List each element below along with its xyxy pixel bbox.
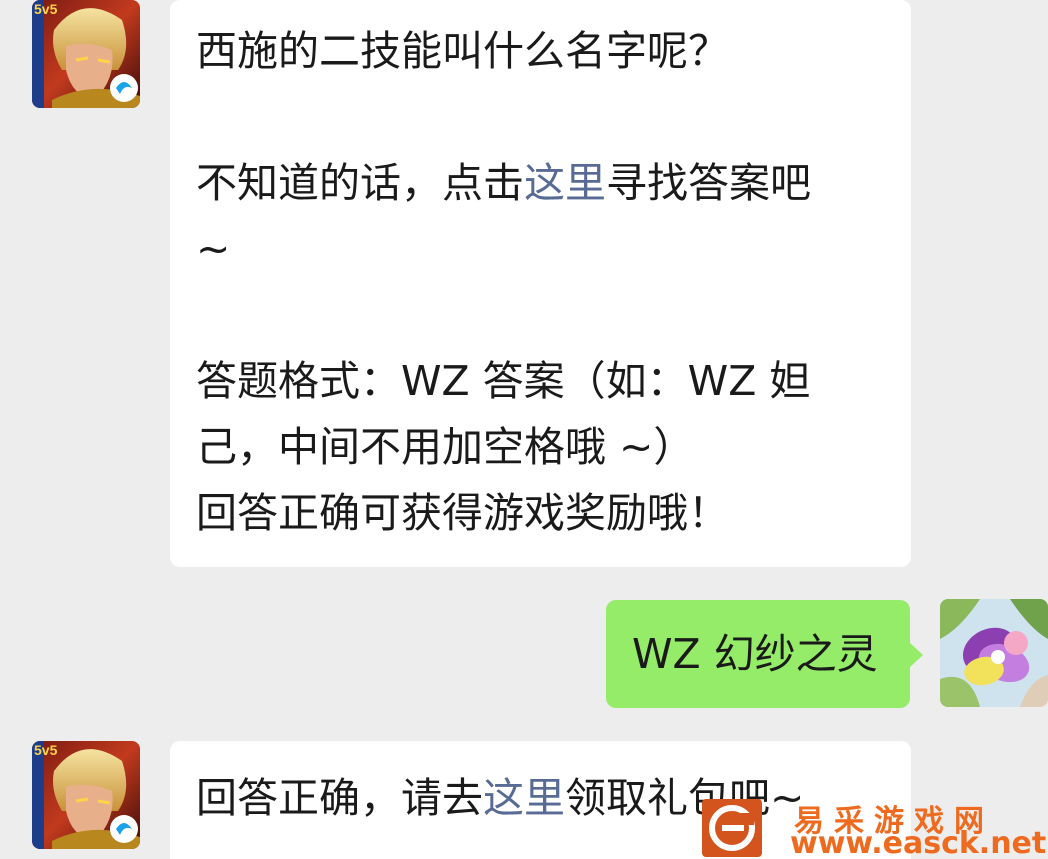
message-text: ~ (196, 225, 231, 273)
svg-text:5v5: 5v5 (34, 742, 58, 758)
bot-avatar[interactable]: 5v5 (32, 741, 140, 849)
message-text-segment: 回答正确，请去 (196, 774, 483, 822)
user-avatar[interactable] (940, 599, 1048, 707)
hero-avatar-icon: 5v5 (32, 741, 140, 849)
incoming-message-bubble[interactable]: 西施的二技能叫什么名字呢？ 不知道的话，点击这里寻找答案吧 ~ 答题格式：WZ … (170, 0, 911, 567)
message-text: 西施的二技能叫什么名字呢？ (196, 27, 729, 75)
outgoing-message-bubble[interactable]: WZ 幻纱之灵 (606, 600, 923, 708)
gift-link[interactable]: 这里 (483, 774, 565, 822)
svg-text:5v5: 5v5 (34, 1, 58, 17)
flower-avatar-icon (940, 599, 1048, 707)
answer-link[interactable]: 这里 (524, 159, 606, 207)
hero-avatar-icon: 5v5 (32, 0, 140, 108)
message-text-segment: 寻找答案吧 (606, 159, 811, 207)
message-text-segment: 不知道的话，点击 (196, 159, 524, 207)
message-text: 不知道的话，点击这里寻找答案吧 (196, 150, 885, 216)
bot-avatar[interactable]: 5v5 (32, 0, 140, 108)
message-text: 己，中间不用加空格哦 ~） (196, 423, 695, 471)
chat-view: 5v5 西施的二技能叫什么名字呢？ 不知道的话，点击这里寻找答案吧 ~ 答题格式… (0, 0, 1048, 859)
easck-logo-icon (702, 799, 762, 857)
watermark-url: www.easck.net (790, 826, 1047, 859)
site-watermark: 易采游戏网 www.easck.net (702, 796, 1048, 859)
message-text: WZ 幻纱之灵 (632, 630, 878, 678)
message-text: 答题格式：WZ 答案（如：WZ 妲 (196, 357, 811, 405)
message-text: 回答正确可获得游戏奖励哦！ (196, 489, 729, 537)
